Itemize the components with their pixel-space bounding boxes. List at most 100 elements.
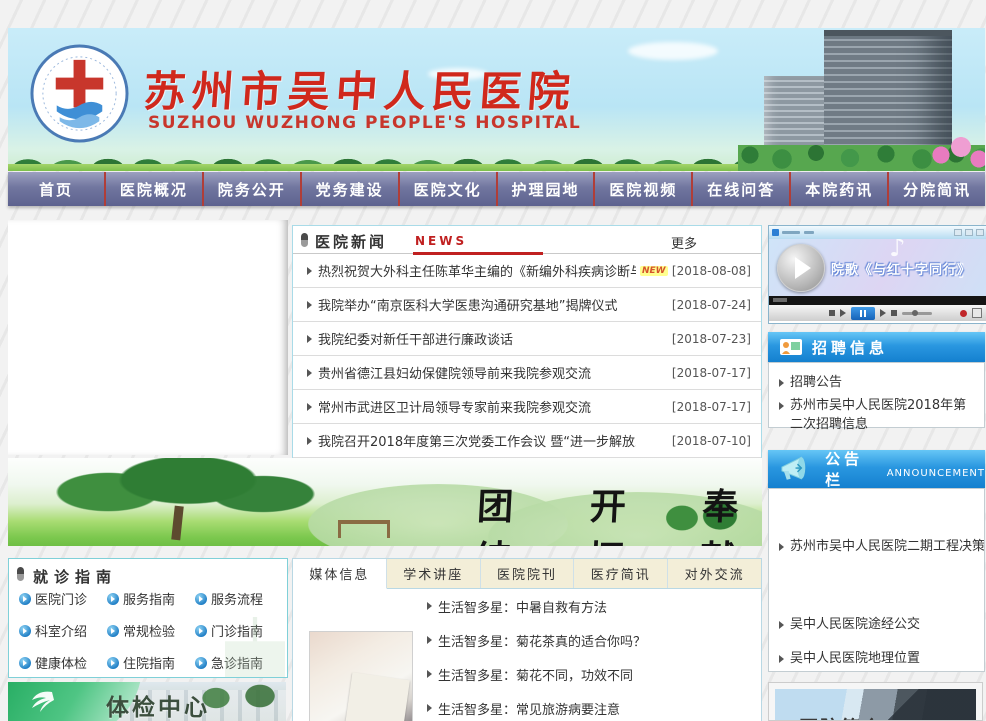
guide-item-lab-tests[interactable]: 常规检验 — [107, 621, 195, 640]
recruitment-link[interactable]: 苏州市吴中人民医院2018年第二次招聘信息 — [790, 396, 978, 434]
announcement-link[interactable]: 吴中人民医院地理位置 — [790, 649, 920, 668]
recruitment-link[interactable]: 招聘公告 — [790, 373, 842, 392]
nav-item-party[interactable]: 党务建设 — [300, 172, 398, 206]
guide-title: 就诊指南 — [33, 566, 117, 587]
volume-slider[interactable] — [902, 312, 932, 315]
news-item[interactable]: 热烈祝贺大外科主任陈革华主编的《新编外科疾病诊断与治 NEW [2018-08-… — [293, 254, 761, 288]
triangle-bullet-icon — [427, 602, 432, 610]
window-minimize-icon[interactable] — [954, 229, 962, 236]
news-more-link[interactable]: 更多 — [671, 233, 697, 252]
announcement-link[interactable]: 吴中人民医院途经公交 — [790, 615, 920, 634]
record-icon[interactable] — [960, 310, 967, 317]
nav-item-home[interactable]: 首页 — [8, 172, 104, 206]
recruitment-item[interactable]: 招聘公告 — [769, 373, 984, 392]
news-date: [2018-07-10] — [672, 434, 751, 448]
guide-item-outpatient[interactable]: 医院门诊 — [19, 589, 107, 608]
hospital-intro-image: 医院简介 — [775, 689, 976, 721]
cloud-decoration — [628, 42, 718, 60]
next-icon[interactable] — [880, 309, 886, 317]
slogan-banner: 团结 开拓 奉献 — [8, 458, 762, 546]
article-item[interactable]: 生活智多星：中暑自救有方法 — [427, 589, 753, 623]
news-link[interactable]: 我院召开2018年度第三次党委工作会议 暨“进一步解放思想 — [318, 431, 636, 450]
recruitment-item[interactable]: 苏州市吴中人民医院2018年第二次招聘信息 — [769, 396, 984, 434]
guide-link[interactable]: 健康体检 — [35, 653, 87, 672]
guide-link[interactable]: 服务指南 — [123, 589, 175, 608]
player-controls — [769, 305, 986, 321]
triangle-bullet-icon — [779, 402, 784, 410]
playlist-icon[interactable] — [891, 310, 897, 316]
checkup-center-banner[interactable]: 体检中心 — [8, 682, 286, 721]
news-link[interactable]: 我院纪委对新任干部进行廉政谈话 — [318, 329, 513, 348]
window-close-icon[interactable] — [976, 229, 984, 236]
settings-icon[interactable] — [972, 308, 982, 318]
article-link[interactable]: 生活智多星：常见旅游病要注意 — [438, 699, 620, 718]
circle-arrow-icon — [19, 593, 31, 605]
slogan-word: 开拓 — [586, 478, 652, 546]
guide-item-inpatient-guide[interactable]: 住院指南 — [107, 653, 195, 672]
previous-icon[interactable] — [840, 309, 846, 317]
news-item[interactable]: 我院举办“南京医科大学医患沟通研究基地”揭牌仪式 [2018-07-24] — [293, 288, 761, 322]
article-link[interactable]: 生活智多星：菊花茶真的适合你吗？ — [438, 631, 646, 650]
hospital-intro-panel[interactable]: 医院简介 — [768, 682, 983, 721]
tab-external-exchange[interactable]: 对外交流 — [668, 559, 761, 588]
guide-link[interactable]: 住院指南 — [123, 653, 175, 672]
guide-item-service-flow[interactable]: 服务流程 — [195, 589, 283, 608]
article-list: 生活智多星：中暑自救有方法 生活智多星：菊花茶真的适合你吗？ 生活智多星：菊花不… — [427, 589, 753, 721]
pause-button[interactable] — [851, 307, 875, 320]
guide-item-departments[interactable]: 科室介绍 — [19, 621, 107, 640]
tab-medical-briefs[interactable]: 医疗简讯 — [574, 559, 668, 588]
news-list: 热烈祝贺大外科主任陈革华主编的《新编外科疾病诊断与治 NEW [2018-08-… — [293, 254, 761, 458]
article-item[interactable]: 生活智多星：常见旅游病要注意 — [427, 691, 753, 721]
nav-item-video[interactable]: 医院视频 — [593, 172, 691, 206]
guide-link[interactable]: 常规检验 — [123, 621, 175, 640]
announcement-item[interactable]: 吴中人民医院途经公交 — [769, 615, 984, 634]
article-link[interactable]: 生活智多星：菊花不同，功效不同 — [438, 665, 633, 684]
play-button[interactable] — [777, 244, 825, 292]
news-link[interactable]: 常州市武进区卫计局领导专家前来我院参观交流 — [318, 397, 591, 416]
tree-decoration — [38, 458, 338, 526]
nav-item-qa[interactable]: 在线问答 — [691, 172, 789, 206]
guide-link[interactable]: 医院门诊 — [35, 589, 87, 608]
article-item[interactable]: 生活智多星：菊花不同，功效不同 — [427, 657, 753, 691]
news-title: 医院新闻 — [315, 231, 387, 252]
announcement-item[interactable]: 吴中人民医院地理位置 — [769, 649, 984, 668]
window-maximize-icon[interactable] — [965, 229, 973, 236]
guide-link[interactable]: 科室介绍 — [35, 621, 87, 640]
news-item[interactable]: 常州市武进区卫计局领导专家前来我院参观交流 [2018-07-17] — [293, 390, 761, 424]
tab-lectures[interactable]: 学术讲座 — [387, 559, 481, 588]
stop-icon[interactable] — [829, 310, 835, 316]
news-link[interactable]: 热烈祝贺大外科主任陈革华主编的《新编外科疾病诊断与治 — [318, 261, 636, 280]
nav-item-branch[interactable]: 分院简讯 — [887, 172, 985, 206]
hospital-logo[interactable] — [30, 44, 129, 143]
announcement-link[interactable]: 苏州市吴中人民医院二期工程决策事 — [790, 537, 984, 556]
guide-item-service-guide[interactable]: 服务指南 — [107, 589, 195, 608]
news-link[interactable]: 我院举办“南京医科大学医患沟通研究基地”揭牌仪式 — [318, 295, 617, 314]
guide-item-checkup[interactable]: 健康体检 — [19, 653, 107, 672]
news-link[interactable]: 贵州省德江县妇幼保健院领导前来我院参观交流 — [318, 363, 591, 382]
article-thumbnail-image — [309, 631, 413, 721]
nav-item-overview[interactable]: 医院概况 — [104, 172, 202, 206]
nav-item-pharmacy[interactable]: 本院药讯 — [789, 172, 887, 206]
player-seekbar[interactable] — [769, 296, 986, 305]
triangle-bullet-icon — [779, 543, 784, 551]
news-item[interactable]: 贵州省德江县妇幼保健院领导前来我院参观交流 [2018-07-17] — [293, 356, 761, 390]
hospital-name-cn: 苏州市吴中人民医院 — [142, 58, 578, 119]
article-item[interactable]: 生活智多星：菊花茶真的适合你吗？ — [427, 623, 753, 657]
player-title-text — [804, 231, 814, 234]
announcement-item[interactable]: 苏州市吴中人民医院二期工程决策事 — [769, 537, 984, 556]
news-item[interactable]: 我院召开2018年度第三次党委工作会议 暨“进一步解放思想 [2018-07-1… — [293, 424, 761, 458]
tab-media-info[interactable]: 媒体信息 — [293, 559, 387, 589]
recruitment-icon — [780, 339, 802, 355]
triangle-bullet-icon — [427, 670, 432, 678]
grass-decoration — [8, 164, 743, 171]
news-item[interactable]: 我院纪委对新任干部进行廉政谈话 [2018-07-23] — [293, 322, 761, 356]
nav-item-culture[interactable]: 医院文化 — [398, 172, 496, 206]
bird-icon — [24, 688, 54, 714]
triangle-bullet-icon — [307, 335, 312, 343]
article-link[interactable]: 生活智多星：中暑自救有方法 — [438, 597, 607, 616]
guide-link[interactable]: 服务流程 — [211, 589, 263, 608]
main-navigation: 首页 医院概况 院务公开 党务建设 医院文化 护理园地 医院视频 在线问答 本院… — [8, 172, 985, 206]
nav-item-affairs[interactable]: 院务公开 — [202, 172, 300, 206]
nav-item-nursing[interactable]: 护理园地 — [496, 172, 594, 206]
tab-hospital-journal[interactable]: 医院院刊 — [481, 559, 575, 588]
